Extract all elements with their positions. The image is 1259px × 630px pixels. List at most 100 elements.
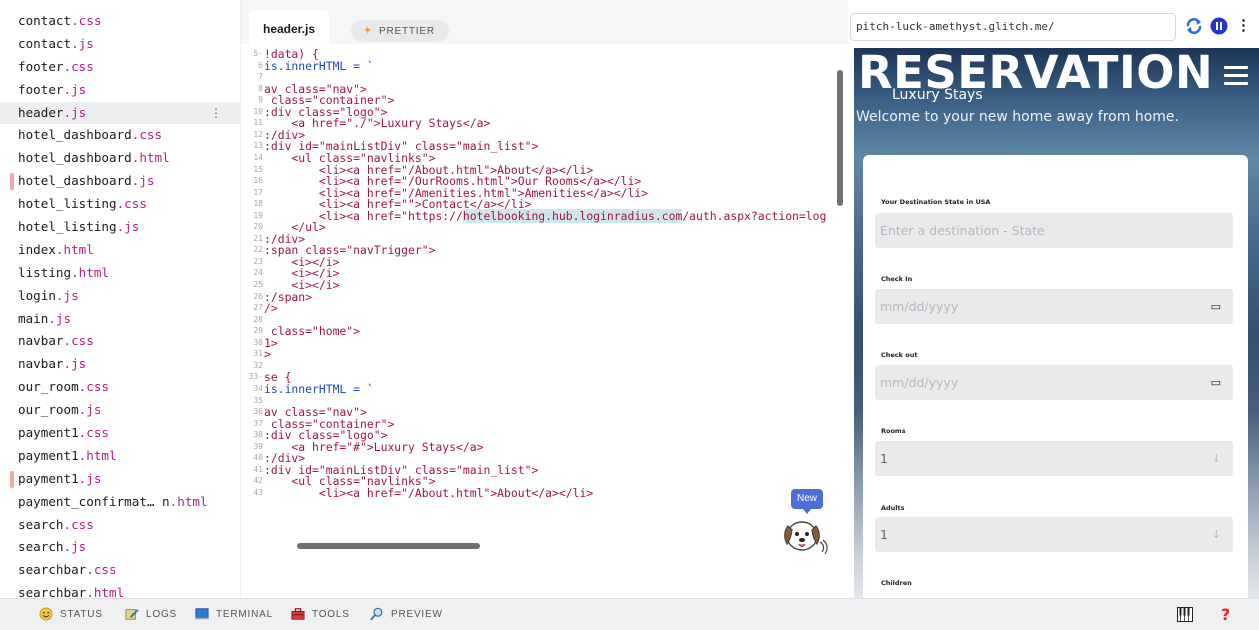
code-text: <li><a href="/About.html">About</a></li> — [264, 485, 594, 500]
file-item[interactable]: hotel_listing.css — [0, 193, 240, 216]
file-menu-icon[interactable]: ⋮ — [210, 102, 222, 125]
file-extension: .js — [63, 104, 87, 120]
hamburger-icon[interactable] — [1224, 66, 1248, 85]
file-item[interactable]: payment1.css — [0, 422, 240, 445]
file-item[interactable]: payment_confirmat… n.html — [0, 491, 240, 514]
file-extension: .js — [63, 356, 87, 372]
terminal-button[interactable]: TERMINAL — [194, 599, 273, 630]
status-label: STATUS — [60, 609, 103, 620]
site-tagline: Welcome to your new home away from home. — [856, 109, 1179, 125]
file-item[interactable]: navbar.js — [0, 353, 240, 376]
tab-header-js[interactable]: header.js — [249, 10, 329, 44]
site-hero: RESERVATION Luxury Stays Welcome to your… — [854, 48, 1259, 598]
menu-dots-icon[interactable]: ⋮ — [1236, 16, 1251, 36]
status-button[interactable]: STATUS — [38, 599, 103, 630]
file-extension: .css — [71, 13, 102, 28]
file-extension: .js — [63, 81, 87, 97]
file-extension: .css — [78, 379, 110, 395]
file-name: our_room — [18, 402, 79, 418]
file-item[interactable]: search.js — [0, 536, 240, 559]
logs-button[interactable]: LOGS — [124, 599, 177, 630]
file-item[interactable]: contact.js — [0, 33, 240, 56]
file-name: hotel_dashboard — [18, 127, 132, 143]
file-name: listing — [18, 264, 72, 280]
file-name: index — [18, 241, 56, 257]
preview-label: PREVIEW — [391, 609, 443, 620]
file-item[interactable]: footer.js — [0, 79, 240, 102]
file-item[interactable]: listing.html — [0, 262, 240, 285]
file-item[interactable]: search.css — [0, 514, 240, 537]
prettier-label: PRETTIER — [379, 26, 435, 37]
file-item[interactable]: header.js ⋮ — [0, 101, 240, 125]
horizontal-scrollbar[interactable] — [297, 543, 480, 549]
preview-url-bar: pitch-luck-amethyst.glitch.me/ ⋮ — [848, 0, 1259, 48]
file-item[interactable]: hotel_listing.js — [0, 216, 240, 239]
file-item[interactable]: footer.css — [0, 56, 240, 79]
code-area[interactable]: 5- !data) {6 is.innerHTML = ` 7 8 av class="n… — [241, 44, 848, 598]
file-item[interactable]: hotel_dashboard.js — [0, 170, 240, 193]
pause-icon[interactable] — [1210, 17, 1228, 35]
file-name: our_room — [18, 379, 79, 395]
site-brand-link[interactable]: Luxury Stays — [892, 87, 983, 103]
keyboard-icon[interactable] — [1177, 607, 1193, 622]
bottom-toolbar: STATUS LOGS TERMINAL TOOLS PREVIEW ? — [0, 598, 1259, 630]
file-item[interactable]: login.js — [0, 285, 240, 308]
checkin-label: Check In — [881, 275, 913, 283]
file-extension: .html — [78, 447, 117, 463]
file-extension: .js — [116, 219, 140, 235]
rooms-label: Rooms — [881, 427, 906, 435]
file-extension: .html — [71, 264, 109, 280]
file-name: search — [18, 516, 64, 532]
checkin-placeholder: mm/dd/yyyy — [880, 299, 959, 314]
file-item[interactable]: our_room.js — [0, 399, 240, 422]
file-item[interactable]: searchbar.html — [0, 582, 240, 598]
destination-input[interactable]: Enter a destination - State — [875, 213, 1233, 248]
adults-select[interactable]: 1 ↓ — [875, 517, 1233, 552]
file-extension: .js — [78, 470, 102, 486]
vertical-scrollbar[interactable] — [837, 70, 843, 206]
dog-mascot-icon[interactable] — [778, 512, 832, 560]
code-line: 43 <li><a href="/About.html">About</a></… — [241, 486, 848, 500]
terminal-label: TERMINAL — [216, 609, 273, 620]
rooms-select[interactable]: 1 ↓ — [875, 441, 1233, 476]
file-name: footer — [18, 58, 64, 74]
new-badge[interactable]: New — [791, 489, 823, 514]
file-item[interactable]: contact.css — [0, 10, 240, 33]
checkin-input[interactable]: mm/dd/yyyy ▭ — [875, 289, 1233, 324]
file-extension: .css — [63, 516, 94, 532]
calendar-icon[interactable]: ▭ — [1211, 365, 1221, 400]
file-name: searchbar — [18, 585, 87, 598]
prettier-button[interactable]: ✦ PRETTIER — [351, 20, 449, 42]
file-extension: .css — [78, 425, 110, 441]
file-item[interactable]: our_room.css — [0, 376, 240, 399]
preview-pane: pitch-luck-amethyst.glitch.me/ ⋮ RESERVA… — [848, 0, 1259, 598]
file-item[interactable]: searchbar.css — [0, 559, 240, 582]
changed-marker — [10, 173, 14, 191]
code-editor: header.js ✦ PRETTIER 5- !data) {6 is.innerH… — [240, 0, 848, 598]
file-extension: .html — [86, 585, 125, 598]
calendar-icon[interactable]: ▭ — [1211, 289, 1221, 324]
checkout-input[interactable]: mm/dd/yyyy ▭ — [875, 365, 1233, 400]
file-item[interactable]: navbar.css — [0, 330, 240, 353]
file-item[interactable]: payment1.html — [0, 445, 240, 468]
file-name: search — [18, 539, 64, 555]
file-extension: .css — [116, 196, 147, 212]
file-name: main — [18, 310, 49, 326]
file-extension: .css — [131, 127, 163, 143]
help-icon[interactable]: ? — [1221, 602, 1230, 628]
file-name: payment1 — [18, 425, 79, 441]
file-name: contact — [18, 35, 72, 51]
file-item[interactable]: hotel_dashboard.html — [0, 147, 240, 170]
file-item[interactable]: index.html — [0, 239, 240, 262]
file-item[interactable]: payment1.js — [0, 468, 240, 491]
url-input[interactable]: pitch-luck-amethyst.glitch.me/ — [850, 13, 1176, 41]
file-item[interactable]: hotel_dashboard.css — [0, 124, 240, 147]
preview-button[interactable]: PREVIEW — [369, 599, 443, 630]
sparkle-icon: ✦ — [363, 25, 374, 37]
refresh-icon[interactable] — [1185, 17, 1203, 35]
magnifier-icon — [370, 608, 383, 621]
tools-button[interactable]: TOOLS — [290, 599, 350, 630]
file-item[interactable]: main.js — [0, 308, 240, 331]
editor-tab-bar: header.js ✦ PRETTIER — [241, 0, 848, 44]
file-extension: .js — [63, 539, 87, 555]
